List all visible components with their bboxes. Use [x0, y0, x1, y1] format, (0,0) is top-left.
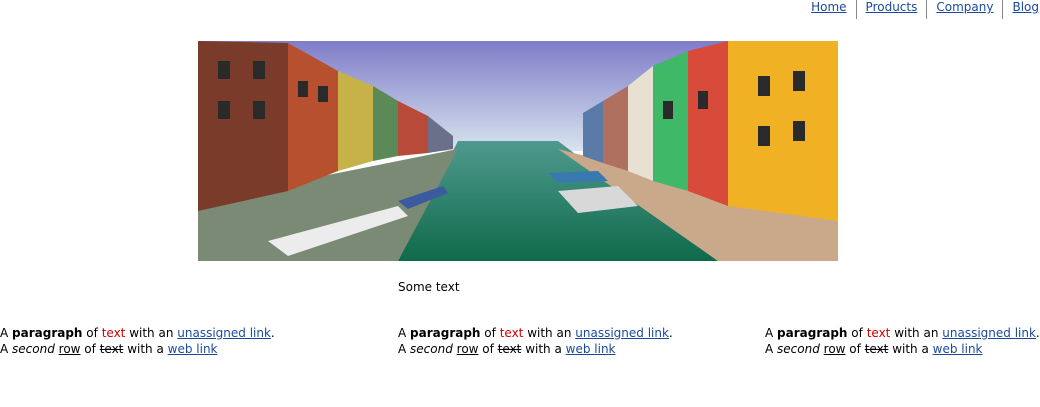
web-link[interactable]: web link — [933, 342, 983, 356]
bold-word: paragraph — [12, 326, 83, 340]
text-segment: A — [398, 342, 411, 356]
nav-blog-link[interactable]: Blog — [1002, 0, 1039, 19]
text-segment: of — [845, 342, 865, 356]
underlined-word: row — [58, 342, 81, 356]
text-segment: with an — [523, 326, 576, 340]
unassigned-link[interactable]: unassigned link — [942, 326, 1036, 340]
strikethrough-word: text — [864, 342, 889, 356]
text-segment: A — [0, 326, 13, 340]
paragraph-line-2: A second row of text with a web link — [765, 341, 1040, 357]
italic-word: second — [12, 342, 55, 356]
paragraph-block: A paragraph of text with an unassigned l… — [0, 325, 275, 357]
paragraph-line-2: A second row of text with a web link — [0, 341, 275, 357]
top-nav: Home Products Company Blog — [802, 0, 1039, 19]
unassigned-link[interactable]: unassigned link — [575, 326, 669, 340]
red-word: text — [499, 326, 524, 340]
underlined-word: row — [823, 342, 846, 356]
text-segment: with a — [888, 342, 933, 356]
text-segment: of — [478, 342, 498, 356]
caption-text: Some text — [398, 280, 460, 294]
text-segment: . — [270, 326, 275, 340]
italic-word: second — [777, 342, 820, 356]
web-link[interactable]: web link — [566, 342, 616, 356]
nav-company-link[interactable]: Company — [926, 0, 1002, 19]
text-segment: A — [0, 342, 13, 356]
paragraph-line-1: A paragraph of text with an unassigned l… — [0, 325, 275, 341]
bold-word: paragraph — [410, 326, 481, 340]
paragraph-block: A paragraph of text with an unassigned l… — [398, 325, 673, 357]
text-segment: A — [398, 326, 411, 340]
text-segment: with a — [521, 342, 566, 356]
text-segment: A — [765, 342, 778, 356]
paragraph-line-1: A paragraph of text with an unassigned l… — [765, 325, 1040, 341]
text-segment: with an — [890, 326, 943, 340]
text-segment: of — [80, 342, 100, 356]
web-link[interactable]: web link — [168, 342, 218, 356]
text-segment: of — [847, 326, 867, 340]
strikethrough-word: text — [497, 342, 522, 356]
red-word: text — [866, 326, 891, 340]
text-segment: . — [668, 326, 673, 340]
text-segment: A — [765, 326, 778, 340]
text-segment: . — [1035, 326, 1040, 340]
hero-image — [198, 41, 838, 261]
text-segment: of — [82, 326, 102, 340]
underlined-word: row — [456, 342, 479, 356]
paragraph-line-1: A paragraph of text with an unassigned l… — [398, 325, 673, 341]
bold-word: paragraph — [777, 326, 848, 340]
nav-products-link[interactable]: Products — [855, 0, 927, 19]
text-segment: with an — [125, 326, 178, 340]
strikethrough-word: text — [99, 342, 124, 356]
red-word: text — [101, 326, 126, 340]
unassigned-link[interactable]: unassigned link — [177, 326, 271, 340]
paragraph-line-2: A second row of text with a web link — [398, 341, 673, 357]
text-segment: of — [480, 326, 500, 340]
nav-home-link[interactable]: Home — [802, 0, 855, 19]
italic-word: second — [410, 342, 453, 356]
paragraph-block: A paragraph of text with an unassigned l… — [765, 325, 1040, 357]
text-segment: with a — [123, 342, 168, 356]
